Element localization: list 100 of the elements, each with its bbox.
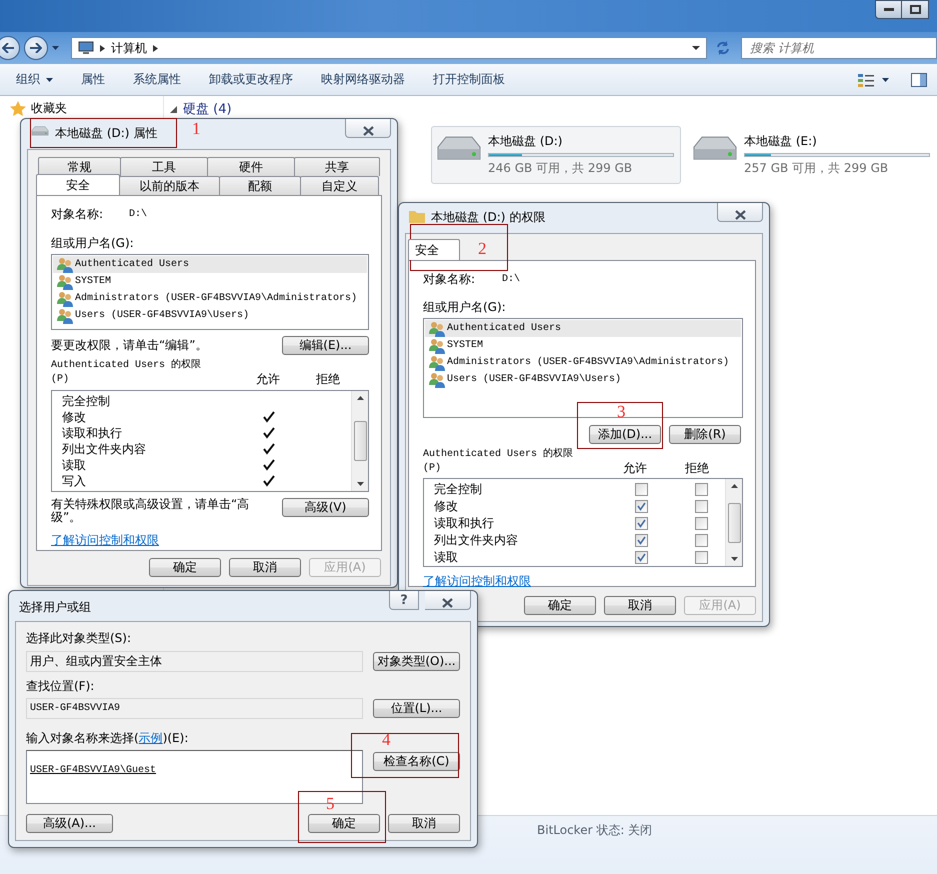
object-type-field: 用户、组或内置安全主体 [26, 651, 363, 672]
scroll-down-icon[interactable] [730, 557, 738, 561]
back-arrow-icon [2, 43, 14, 53]
drive-tile[interactable]: 本地磁盘 (E:) 257 GB 可用，共 299 GB [687, 126, 937, 184]
user-list-item[interactable]: Authenticated Users [53, 256, 367, 273]
search-field[interactable]: 搜索 计算机 [741, 37, 937, 59]
drive-tile[interactable]: 本地磁盘 (D:) 246 GB 可用，共 299 GB [431, 126, 681, 184]
preview-pane-icon[interactable] [911, 72, 927, 86]
help-button[interactable]: ? [389, 591, 419, 610]
dialog-button[interactable]: 取消 [604, 596, 676, 615]
dialog-title: 选择用户或组 [19, 599, 91, 616]
address-field[interactable]: 计算机 [71, 37, 707, 59]
user-list-item[interactable]: SYSTEM [425, 337, 741, 354]
tab[interactable]: 工具 [120, 157, 208, 176]
toolbar-button[interactable]: 系统属性 [121, 67, 193, 92]
users-icon [57, 256, 73, 272]
user-list-item[interactable]: Users (USER-GF4BSVVIA9\Users) [425, 371, 741, 388]
tab[interactable]: 自定义 [300, 176, 379, 195]
forward-button[interactable] [24, 36, 48, 60]
checkbox[interactable] [635, 517, 648, 530]
checkbox[interactable] [695, 483, 708, 496]
permission-name: 修改 [61, 408, 87, 426]
annotation-number: 1 [192, 120, 200, 137]
scroll-up-icon[interactable] [730, 484, 738, 488]
users-icon [429, 338, 445, 354]
users-icon [429, 372, 445, 388]
collapse-arrow-icon[interactable] [170, 106, 177, 112]
locations-button[interactable]: 位置(L)... [373, 699, 460, 718]
back-button[interactable] [0, 36, 20, 60]
help-link[interactable]: 了解访问控制和权限 [51, 533, 159, 547]
maximize-button[interactable] [902, 0, 929, 19]
tab[interactable]: 共享 [294, 157, 380, 176]
drive-name: 本地磁盘 (D:) [488, 133, 564, 150]
dropdown-arrow-icon [46, 78, 53, 82]
close-button[interactable] [717, 203, 763, 222]
minimize-icon [884, 8, 894, 12]
view-options-icon[interactable] [858, 72, 874, 86]
edit-button[interactable]: 编辑(E)... [282, 336, 369, 355]
chevron-icon [153, 44, 158, 52]
scrollbar[interactable] [351, 391, 368, 491]
checkbox[interactable] [635, 500, 648, 513]
object-types-button[interactable]: 对象类型(O)... [373, 652, 460, 671]
permission-name: 修改 [433, 498, 459, 515]
minimize-button[interactable] [875, 0, 902, 19]
advanced-button[interactable]: 高级(V) [282, 498, 369, 517]
nav-item[interactable]: 收藏夹 [31, 100, 67, 117]
address-segment[interactable]: 计算机 [111, 40, 147, 56]
object-name-value: D:\ [502, 274, 520, 285]
tab[interactable]: 以前的版本 [119, 176, 220, 195]
help-link[interactable]: 了解访问控制和权限 [423, 574, 531, 588]
add-button[interactable]: 添加(D)... [589, 425, 661, 444]
checkbox[interactable] [695, 500, 708, 513]
close-icon [442, 598, 453, 608]
tab[interactable]: 安全 [36, 174, 120, 195]
advanced-button[interactable]: 高级(A)... [26, 814, 113, 833]
dialog-button[interactable]: 确定 [149, 558, 221, 577]
user-list-item[interactable]: Administrators (USER-GF4BSVVIA9\Administrators) [425, 354, 741, 371]
checkbox[interactable] [635, 551, 648, 564]
close-button[interactable] [345, 119, 391, 138]
user-list-item[interactable]: SYSTEM [53, 273, 367, 290]
user-list-item[interactable]: Authenticated Users [425, 320, 741, 337]
user-list-item[interactable]: Administrators (USER-GF4BSVVIA9\Administrators) [53, 290, 367, 307]
dialog-button[interactable]: 取消 [229, 558, 301, 577]
scroll-up-icon[interactable] [356, 396, 364, 400]
star-icon [10, 101, 26, 116]
user-list-item[interactable]: Users (USER-GF4BSVVIA9\Users) [53, 307, 367, 324]
dropdown-arrow-icon[interactable] [882, 78, 889, 82]
checkbox[interactable] [635, 483, 648, 496]
toolbar-button[interactable]: 属性 [69, 67, 117, 92]
close-button[interactable] [425, 591, 471, 610]
drive-free-space: 246 GB 可用，共 299 GB [488, 160, 634, 177]
check-names-button[interactable]: 检查名称(C) [373, 752, 460, 771]
examples-link[interactable]: 示例 [138, 731, 163, 745]
users-icon [57, 308, 73, 324]
permissions-label: Authenticated Users 的权限 [51, 358, 202, 371]
toolbar-button[interactable]: 打开控制面板 [421, 67, 517, 92]
object-name-value: D:\ [129, 209, 148, 220]
toolbar-button[interactable]: 卸载或更改程序 [197, 67, 305, 92]
dialog-title: 本地磁盘 (D:) 属性 [55, 125, 158, 142]
dialog-button[interactable]: 确定 [524, 596, 596, 615]
checkbox[interactable] [695, 534, 708, 547]
deny-header: 拒绝 [316, 371, 340, 388]
deny-header: 拒绝 [685, 460, 709, 477]
dialog-button[interactable]: 确定 [308, 814, 380, 833]
allow-header: 允许 [256, 371, 281, 388]
toolbar-button[interactable]: 映射网络驱动器 [309, 67, 417, 92]
dialog-button[interactable]: 取消 [388, 814, 460, 833]
permissions-key: (P) [423, 463, 623, 474]
permission-name: 读取和执行 [61, 424, 123, 442]
scrollbar[interactable] [725, 479, 742, 566]
tab[interactable]: 配额 [219, 176, 301, 195]
tab[interactable]: 安全 [408, 239, 460, 260]
checkbox[interactable] [635, 534, 648, 547]
dropdown-arrow-icon[interactable] [692, 46, 700, 50]
menu-button[interactable]: 组织 [4, 67, 65, 92]
scroll-down-icon[interactable] [356, 482, 364, 486]
checkbox[interactable] [695, 551, 708, 564]
tab[interactable]: 硬件 [207, 157, 295, 176]
remove-button[interactable]: 删除(R) [669, 425, 741, 444]
checkbox[interactable] [695, 517, 708, 530]
